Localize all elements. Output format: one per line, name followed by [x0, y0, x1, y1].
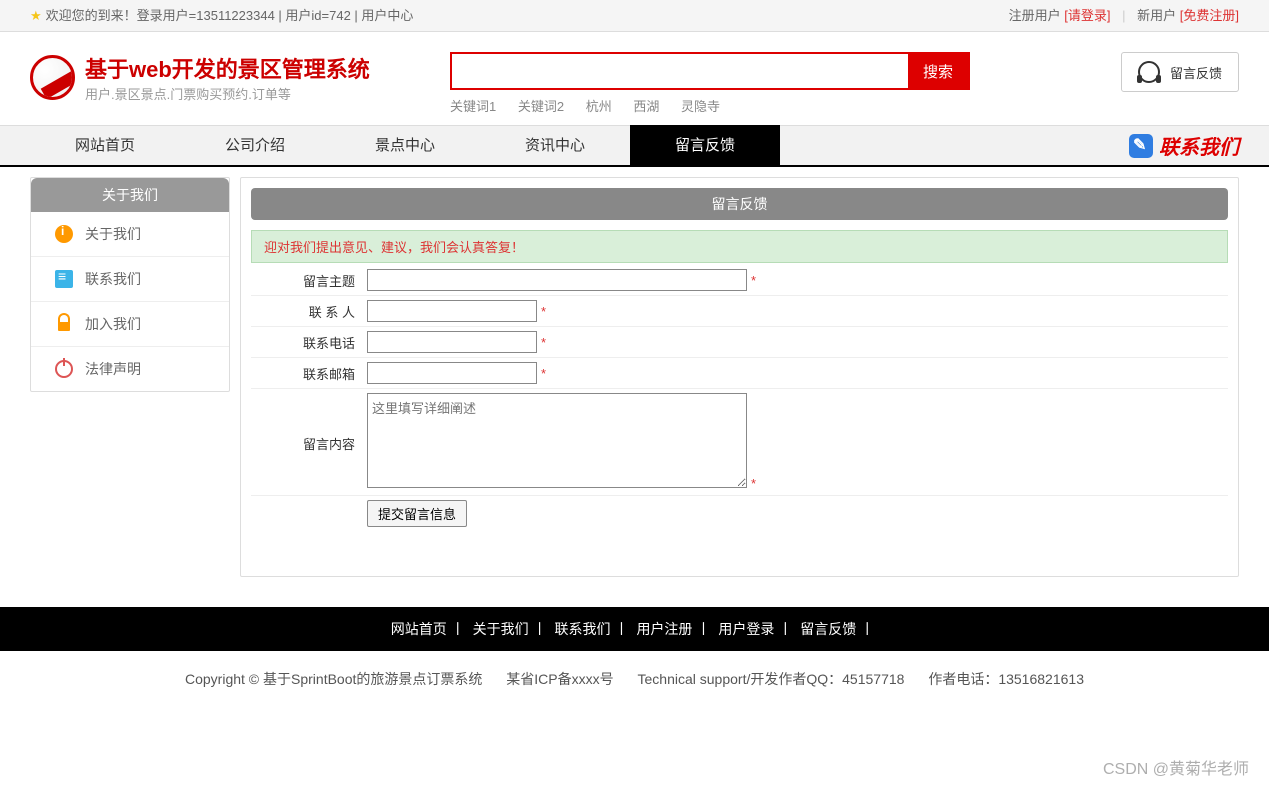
- copyright-text: Copyright © 基于SprintBoot的旅游景点订票系统: [185, 671, 482, 687]
- notice-banner: 迎对我们提出意见、建议，我们会认真答复！: [251, 230, 1228, 263]
- icp-text: 某省ICP备xxxx号: [506, 671, 613, 687]
- sidebar-item-join[interactable]: 加入我们: [31, 302, 229, 347]
- label-body: 留言内容: [251, 389, 361, 496]
- power-icon: [55, 360, 73, 378]
- nav-scenic[interactable]: 景点中心: [330, 125, 480, 167]
- search-input[interactable]: [452, 54, 908, 88]
- footer-link-register[interactable]: 用户注册: [636, 621, 692, 637]
- input-email[interactable]: [367, 362, 537, 384]
- feedback-button[interactable]: 留言反馈: [1121, 52, 1239, 92]
- logo-block: 基于web开发的景区管理系统 用户.景区景点.门票购买预约.订单等: [30, 52, 450, 103]
- login-link[interactable]: [请登录]: [1064, 8, 1110, 23]
- support-text: Technical support/开发作者QQ：45157718: [638, 671, 905, 687]
- sidebar-item-label: 加入我们: [85, 314, 141, 334]
- label-email: 联系邮箱: [251, 358, 361, 389]
- lock-icon: [55, 315, 73, 333]
- keyword-row: 关键词1 关键词2 杭州 西湖 灵隐寺: [450, 96, 970, 115]
- welcome-text: ★欢迎您的到来！登录用户=13511223344 | 用户id=742 | 用户…: [30, 0, 413, 31]
- sidebar-item-label: 法律声明: [85, 359, 141, 379]
- label-subject: 留言主题: [251, 265, 361, 296]
- keyword-link[interactable]: 西湖: [633, 99, 659, 114]
- search-block: 搜索 关键词1 关键词2 杭州 西湖 灵隐寺: [450, 52, 970, 115]
- nav-feedback[interactable]: 留言反馈: [630, 125, 780, 167]
- top-right-links: 注册用户 [请登录] | 新用户 [免费注册]: [1009, 0, 1239, 31]
- input-contact[interactable]: [367, 300, 537, 322]
- watermark: CSDN @黄菊华老师: [1103, 755, 1249, 779]
- sidebar-item-contact[interactable]: 联系我们: [31, 257, 229, 302]
- nav-contact-label: 联系我们: [1159, 131, 1239, 160]
- main: 关于我们 关于我们 联系我们 加入我们 法律声明 留言反馈 迎对我们提出意见、建…: [0, 167, 1269, 587]
- label-phone: 联系电话: [251, 327, 361, 358]
- registered-user-label: 注册用户: [1009, 8, 1061, 23]
- keyword-link[interactable]: 杭州: [586, 99, 612, 114]
- required-mark: *: [751, 273, 756, 288]
- nav-home[interactable]: 网站首页: [30, 125, 180, 167]
- clipboard-icon: [55, 270, 73, 288]
- keyword-link[interactable]: 关键词1: [450, 99, 496, 114]
- textarea-body[interactable]: [367, 393, 747, 488]
- divider: |: [1122, 8, 1125, 23]
- footer-link-login[interactable]: 用户登录: [718, 621, 774, 637]
- footer-nav: 网站首页丨 关于我们丨 联系我们丨 用户注册丨 用户登录丨 留言反馈丨: [0, 607, 1269, 651]
- required-mark: *: [751, 476, 756, 491]
- copyright: Copyright © 基于SprintBoot的旅游景点订票系统 某省ICP备…: [0, 651, 1269, 749]
- submit-button[interactable]: 提交留言信息: [367, 500, 467, 527]
- footer-link-feedback[interactable]: 留言反馈: [800, 621, 856, 637]
- label-contact: 联 系 人: [251, 296, 361, 327]
- content-panel: 留言反馈 迎对我们提出意见、建议，我们会认真答复！ 留言主题 * 联 系 人 *…: [240, 177, 1239, 577]
- nav-bar: 网站首页 公司介绍 景点中心 资讯中心 留言反馈 联系我们: [0, 125, 1269, 167]
- search-button[interactable]: 搜索: [908, 54, 968, 88]
- sidebar-item-label: 联系我们: [85, 269, 141, 289]
- star-icon: ★: [30, 8, 42, 23]
- feedback-form: 留言主题 * 联 系 人 * 联系电话 * 联系邮箱 * 留言内容 * 提交留言…: [251, 265, 1228, 531]
- required-mark: *: [541, 366, 546, 381]
- footer-link-contact[interactable]: 联系我们: [555, 621, 611, 637]
- sidebar-item-legal[interactable]: 法律声明: [31, 347, 229, 391]
- logo-icon: [30, 55, 75, 100]
- sidebar-item-about[interactable]: 关于我们: [31, 212, 229, 257]
- required-mark: *: [541, 335, 546, 350]
- sidebar-item-label: 关于我们: [85, 224, 141, 244]
- nav-company[interactable]: 公司介绍: [180, 125, 330, 167]
- nav-contact-us[interactable]: 联系我们: [1129, 131, 1239, 160]
- keyword-link[interactable]: 关键词2: [518, 99, 564, 114]
- info-icon: [55, 225, 73, 243]
- footer-link-home[interactable]: 网站首页: [391, 621, 447, 637]
- header: 基于web开发的景区管理系统 用户.景区景点.门票购买预约.订单等 搜索 关键词…: [0, 32, 1269, 125]
- site-title: 基于web开发的景区管理系统: [85, 52, 370, 84]
- sidebar-title: 关于我们: [31, 178, 229, 212]
- pencil-icon: [1129, 134, 1153, 158]
- new-user-label: 新用户: [1137, 8, 1176, 23]
- sidebar: 关于我们 关于我们 联系我们 加入我们 法律声明: [30, 177, 230, 392]
- keyword-link[interactable]: 灵隐寺: [681, 99, 720, 114]
- top-bar: ★欢迎您的到来！登录用户=13511223344 | 用户id=742 | 用户…: [0, 0, 1269, 32]
- headset-icon: [1138, 61, 1160, 83]
- content-title: 留言反馈: [251, 188, 1228, 220]
- footer-link-about[interactable]: 关于我们: [473, 621, 529, 637]
- required-mark: *: [541, 304, 546, 319]
- register-link[interactable]: [免费注册]: [1180, 8, 1239, 23]
- site-subtitle: 用户.景区景点.门票购买预约.订单等: [85, 84, 370, 103]
- nav-news[interactable]: 资讯中心: [480, 125, 630, 167]
- input-subject[interactable]: [367, 269, 747, 291]
- author-phone: 作者电话：13516821613: [928, 671, 1084, 687]
- feedback-button-label: 留言反馈: [1170, 63, 1222, 82]
- input-phone[interactable]: [367, 331, 537, 353]
